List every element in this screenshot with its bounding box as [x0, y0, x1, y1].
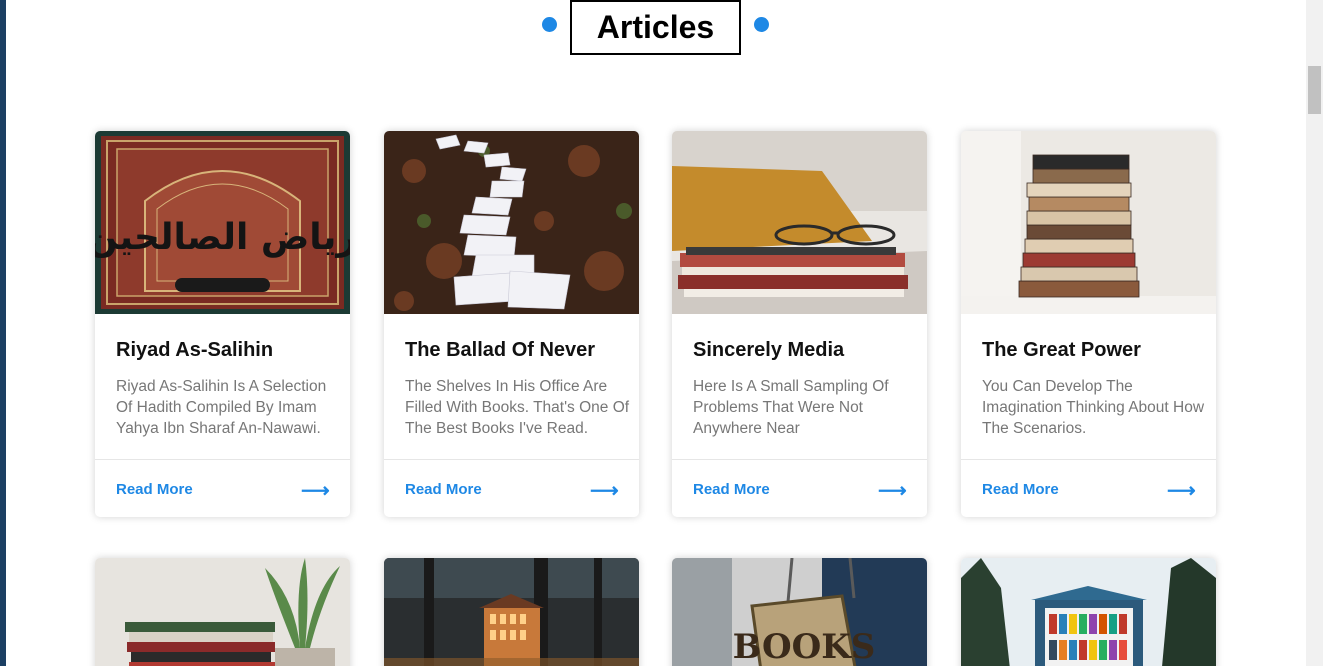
- sign-text: BOOKS: [733, 627, 876, 666]
- cover-arabic-text: رياض الصالحين: [95, 217, 350, 258]
- article-image-book-stack: [961, 131, 1216, 314]
- vertical-scrollbar[interactable]: [1306, 0, 1323, 666]
- card-divider: [384, 459, 639, 460]
- article-card: رياض الصالحين Riyad As-Salihin Riyad As-…: [95, 131, 350, 517]
- article-card-partial: [961, 558, 1216, 666]
- article-card: The Ballad Of Never The Shelves In His O…: [384, 131, 639, 517]
- card-divider: [672, 459, 927, 460]
- section-title: Articles: [570, 0, 741, 55]
- article-image-riyad-cover: رياض الصالحين: [95, 131, 350, 314]
- article-description: You Can Develop The Imagination Thinking…: [982, 378, 1205, 437]
- article-description: Riyad As-Salihin Is A Selection Of Hadit…: [116, 378, 327, 437]
- arrow-right-icon[interactable]: ⟶: [301, 478, 330, 503]
- arrow-right-icon[interactable]: ⟶: [1167, 478, 1196, 503]
- card-divider: [95, 459, 350, 460]
- read-more-link[interactable]: Read More: [693, 481, 770, 498]
- article-image-plant-books: [95, 558, 350, 666]
- article-image-little-library-night: [384, 558, 639, 666]
- article-title: Riyad As-Salihin: [116, 339, 274, 361]
- card-divider: [961, 459, 1216, 460]
- read-more-link[interactable]: Read More: [405, 481, 482, 498]
- arrow-right-icon[interactable]: ⟶: [878, 478, 907, 503]
- article-card: Sincerely Media Here Is A Small Sampling…: [672, 131, 927, 517]
- article-image-blue-library-box: [961, 558, 1216, 666]
- article-image-scattered-pages: [384, 131, 639, 314]
- article-description: Here Is A Small Sampling Of Problems Tha…: [693, 378, 889, 437]
- article-title: Sincerely Media: [693, 339, 845, 361]
- arrow-right-icon[interactable]: ⟶: [590, 478, 619, 503]
- article-card-partial: [384, 558, 639, 666]
- article-card-partial: [95, 558, 350, 666]
- title-dot-left: [542, 17, 557, 32]
- article-card: The Great Power You Can Develop The Imag…: [961, 131, 1216, 517]
- article-title: The Great Power: [982, 339, 1141, 361]
- article-title: The Ballad Of Never: [405, 339, 596, 361]
- article-image-books-glasses: [672, 131, 927, 314]
- page: Articles رياض الصالحين Riyad As-Salihin …: [6, 0, 1306, 666]
- article-description: The Shelves In His Office Are Filled Wit…: [405, 378, 630, 437]
- scrollbar-thumb[interactable]: [1308, 66, 1321, 114]
- article-card-partial: BOOKS: [672, 558, 927, 666]
- read-more-link[interactable]: Read More: [116, 481, 193, 498]
- article-image-books-sign: BOOKS: [672, 558, 927, 666]
- read-more-link[interactable]: Read More: [982, 481, 1059, 498]
- title-dot-right: [754, 17, 769, 32]
